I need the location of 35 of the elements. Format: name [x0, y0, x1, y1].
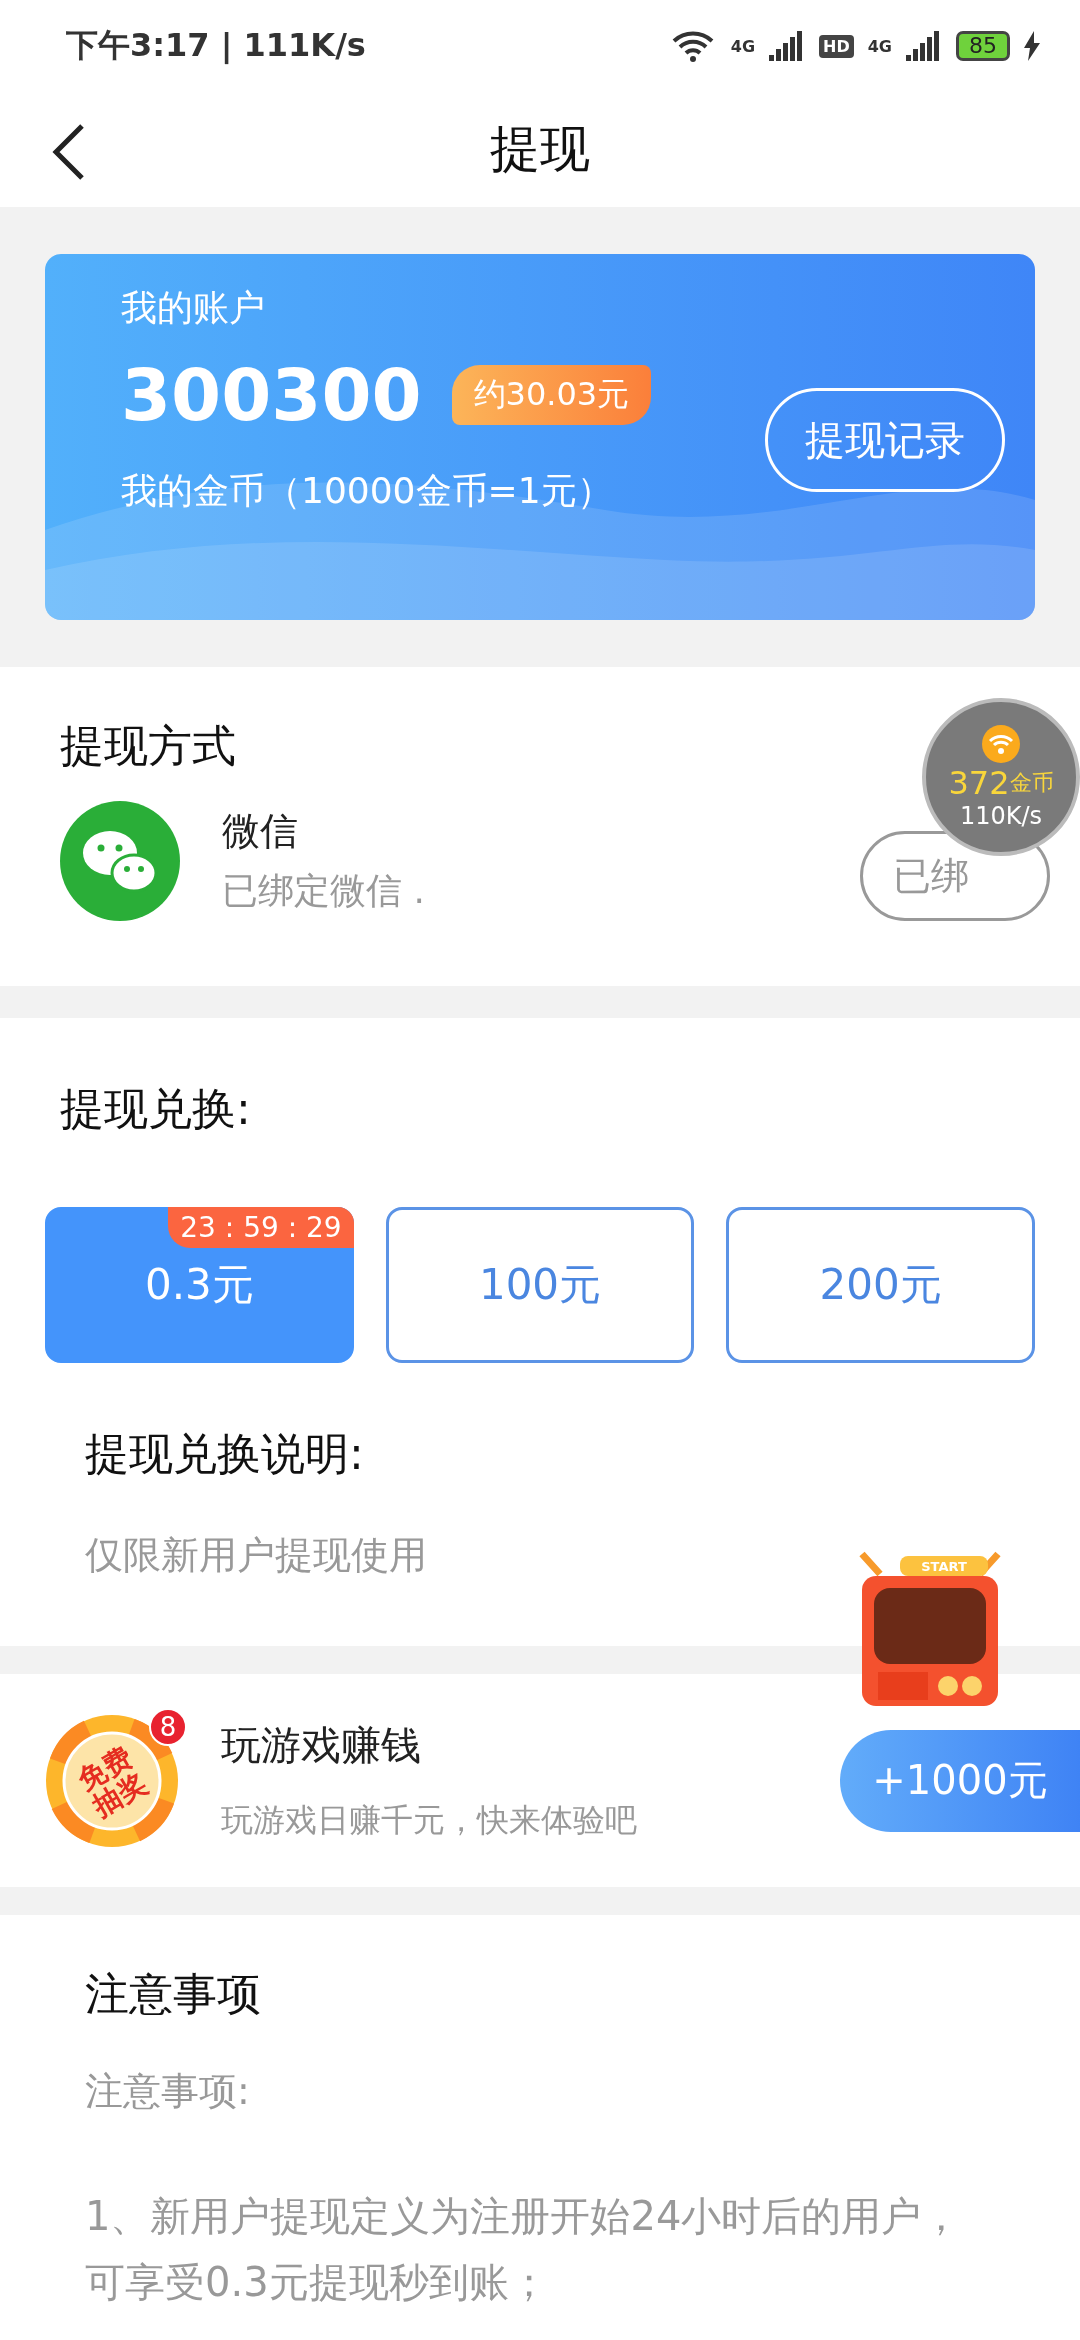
- coin-count: 372: [948, 764, 1010, 802]
- notice-subtitle: 注意事项:: [84, 2068, 250, 2115]
- charging-icon: [1024, 31, 1040, 61]
- promo-title: 玩游戏赚钱: [221, 1721, 422, 1770]
- hd-label: HD: [819, 34, 854, 58]
- section-title: 注意事项: [84, 1967, 261, 2021]
- chat-bubbles-icon: [60, 801, 180, 921]
- method-status: 已绑定微信 .: [222, 869, 426, 913]
- account-label: 我的账户: [121, 286, 266, 330]
- amount-option[interactable]: 200元: [726, 1207, 1035, 1363]
- page-title: 提现: [490, 119, 590, 180]
- coin-unit: 金币: [1009, 769, 1054, 797]
- wifi-icon: [981, 724, 1021, 764]
- promo-subtitle: 玩游戏日赚千元，快来体验吧: [221, 1800, 638, 1841]
- network-speed: 110K/s: [959, 802, 1043, 830]
- cash-estimate: 约30.03元: [451, 365, 652, 425]
- count-badge: 8: [149, 1707, 187, 1746]
- section-title: 提现方式: [59, 719, 236, 773]
- reward-button[interactable]: +1000元: [840, 1729, 1080, 1832]
- network-label: 4G: [867, 36, 892, 56]
- status-time: 下午3:17 | 111K/s: [66, 25, 366, 66]
- section-title: 提现兑换说明:: [84, 1427, 364, 1481]
- amount-option[interactable]: 0.3元 23 : 59 : 29: [45, 1207, 354, 1363]
- network-label: 4G: [730, 36, 756, 56]
- coin-balance: 300300: [121, 353, 422, 437]
- notice-text: 1、新用户提现定义为注册开始24小时后的用户，可享受0.3元提现秒到账；: [84, 2192, 963, 2307]
- exchange-rate: 我的金币（10000金币=1元）: [121, 469, 614, 513]
- records-button[interactable]: 提现记录: [765, 388, 1005, 492]
- note-text: 仅限新用户提现使用: [84, 1532, 427, 1579]
- countdown-timer: 23 : 59 : 29: [168, 1207, 354, 1248]
- signal-icon: [906, 31, 942, 61]
- amount-option[interactable]: 100元: [385, 1207, 695, 1363]
- section-title: 提现兑换:: [59, 1082, 251, 1136]
- battery-level: 85: [956, 31, 1010, 61]
- method-name: 微信: [222, 808, 299, 855]
